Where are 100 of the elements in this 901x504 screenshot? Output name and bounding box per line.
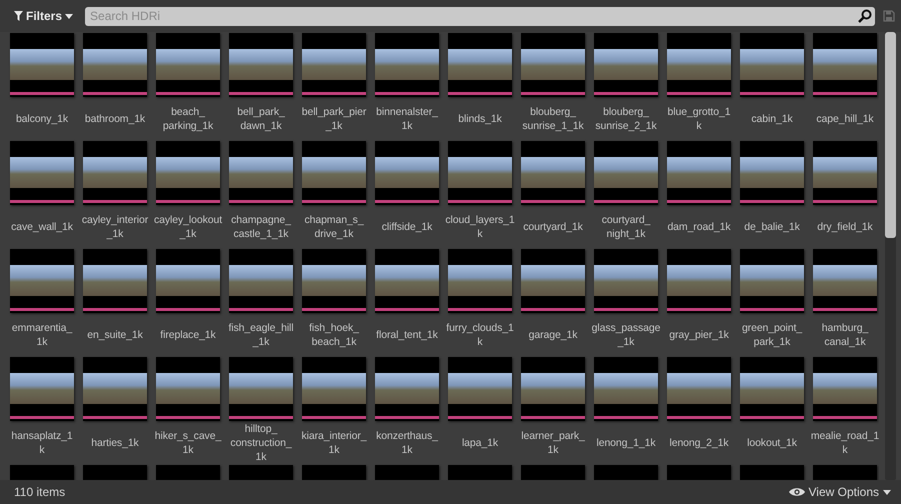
item-count: 110 items — [14, 485, 66, 499]
asset-name: lenong_2_1k — [668, 436, 730, 451]
scrollbar-thumb[interactable] — [884, 32, 896, 238]
thumbnail-tile[interactable] — [302, 249, 366, 313]
filters-button[interactable]: Filters — [10, 6, 78, 26]
thumbnail-tile[interactable] — [83, 249, 147, 313]
thumbnail-tile[interactable] — [667, 33, 731, 97]
thumbnail-tile[interactable] — [448, 141, 512, 205]
asset-name: blinds_1k — [457, 112, 503, 127]
asset-name: konzerthaus_ 1k — [375, 429, 440, 458]
thumbnail-tile[interactable] — [448, 33, 512, 97]
thumbnail-tile[interactable] — [302, 357, 366, 421]
asset-name: cloud_layers_1 k — [444, 213, 516, 242]
thumbnail-tile[interactable] — [740, 141, 804, 205]
search-field[interactable]: Search HDRi — [85, 6, 875, 26]
thumbnail-tile[interactable] — [813, 357, 877, 421]
photo-placeholder — [521, 373, 585, 404]
asset-name: cape_hill_1k — [815, 112, 875, 127]
photo-placeholder — [302, 49, 366, 80]
asset-name: lenong_1_1k — [595, 436, 657, 451]
thumbnail-tile[interactable] — [521, 141, 585, 205]
photo-placeholder — [667, 49, 731, 80]
thumbnail-tile[interactable] — [10, 33, 74, 97]
photo-placeholder — [667, 157, 731, 188]
thumbnail-tile[interactable] — [156, 249, 220, 313]
thumbnail-tile[interactable] — [813, 33, 877, 97]
thumbnail-tile[interactable] — [10, 357, 74, 421]
photo-placeholder — [813, 49, 877, 80]
photo-placeholder — [229, 265, 293, 296]
thumbnail-tile[interactable] — [229, 357, 293, 421]
thumbnail-tile[interactable] — [156, 33, 220, 97]
asset-name: green_point_ park_1k — [740, 321, 804, 350]
thumbnail-tile[interactable] — [521, 249, 585, 313]
photo-placeholder — [813, 265, 877, 296]
scrollbar[interactable] — [884, 32, 896, 480]
thumbnail-tile[interactable] — [521, 33, 585, 97]
photo-placeholder — [594, 265, 658, 296]
thumbnail-tile[interactable] — [83, 141, 147, 205]
asset-name: mealie_road_1 k — [810, 429, 879, 458]
thumbnail-tile[interactable] — [10, 249, 74, 313]
thumbnail-tile[interactable] — [229, 249, 293, 313]
photo-placeholder — [156, 157, 220, 188]
search-icon[interactable] — [858, 8, 872, 22]
thumbnail-tile[interactable] — [594, 357, 658, 421]
photo-placeholder — [448, 373, 512, 404]
photo-placeholder — [667, 265, 731, 296]
thumbnail-tile[interactable] — [302, 141, 366, 205]
photo-placeholder — [229, 49, 293, 80]
asset-name: dam_road_1k — [666, 220, 732, 235]
photo-placeholder — [521, 157, 585, 188]
thumbnail-tile[interactable] — [667, 357, 731, 421]
photo-placeholder — [10, 157, 74, 188]
thumbnail-tile[interactable] — [667, 249, 731, 313]
caret-icon — [883, 490, 891, 494]
photo-placeholder — [229, 157, 293, 188]
photo-placeholder — [594, 49, 658, 80]
asset-name: lapa_1k — [460, 436, 500, 451]
thumbnail-tile[interactable] — [740, 33, 804, 97]
thumbnail-tile[interactable] — [229, 33, 293, 97]
photo-placeholder — [302, 265, 366, 296]
thumbnail-tile[interactable] — [156, 141, 220, 205]
asset-name: blouberg_ sunrise_2_1k — [594, 105, 658, 134]
thumbnail-tile[interactable] — [375, 357, 439, 421]
thumbnail-tile[interactable] — [813, 141, 877, 205]
asset-name: floral_tent_1k — [375, 328, 439, 343]
thumbnail-tile[interactable] — [521, 357, 585, 421]
thumbnail-tile[interactable] — [10, 141, 74, 205]
thumbnail-tile[interactable] — [813, 249, 877, 313]
asset-name: hiker_s_cave_ 1k — [154, 429, 222, 458]
asset-name: fish_eagle_hill _1k — [227, 321, 295, 350]
thumbnail-tile[interactable] — [740, 249, 804, 313]
asset-name: furry_clouds_1 k — [445, 321, 515, 350]
thumbnail-tile[interactable] — [594, 249, 658, 313]
thumbnail-tile[interactable] — [229, 141, 293, 205]
asset-name: lookout_1k — [746, 436, 798, 451]
asset-name: cabin_1k — [750, 112, 794, 127]
thumbnail-tile[interactable] — [375, 141, 439, 205]
thumbnail-tile[interactable] — [740, 357, 804, 421]
asset-name: cayley_interior _1k — [80, 213, 150, 242]
asset-name: bell_park_pier _1k — [300, 105, 368, 134]
asset-name: garage_1k — [528, 328, 578, 343]
thumbnail-tile[interactable] — [156, 357, 220, 421]
photo-placeholder — [448, 49, 512, 80]
photo-placeholder — [375, 265, 439, 296]
thumbnail-tile[interactable] — [83, 357, 147, 421]
thumbnail-tile[interactable] — [375, 33, 439, 97]
thumbnail-tile[interactable] — [594, 33, 658, 97]
filter-icon — [14, 11, 23, 21]
thumbnail-tile[interactable] — [375, 249, 439, 313]
asset-name: binnenalster_ 1k — [375, 105, 440, 134]
thumbnail-tile[interactable] — [667, 141, 731, 205]
thumbnail-tile[interactable] — [448, 249, 512, 313]
photo-placeholder — [375, 373, 439, 404]
photo-placeholder — [521, 265, 585, 296]
asset-name: fireplace_1k — [159, 328, 217, 343]
thumbnail-tile[interactable] — [83, 33, 147, 97]
thumbnail-tile[interactable] — [448, 357, 512, 421]
thumbnail-tile[interactable] — [302, 33, 366, 97]
view-options-button[interactable]: View Options — [788, 485, 891, 499]
thumbnail-tile[interactable] — [594, 141, 658, 205]
